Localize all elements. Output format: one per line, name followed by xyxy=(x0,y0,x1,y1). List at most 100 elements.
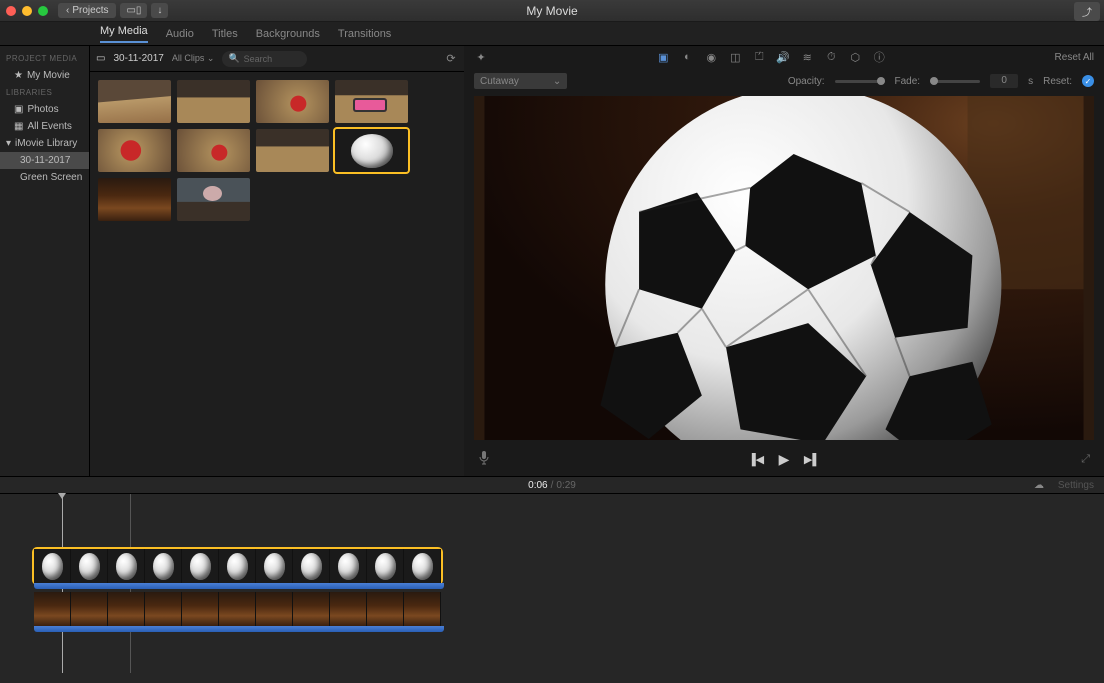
volume-icon[interactable]: 🔊 xyxy=(776,50,790,64)
clip-thumb[interactable] xyxy=(256,80,329,123)
info-icon[interactable]: ⓘ xyxy=(872,50,886,64)
titlebar: ‹ Projects ▭▯ ↓ My Movie ⤴ xyxy=(0,0,1104,22)
clip-filter-dropdown[interactable]: All Clips ⌄ xyxy=(172,53,215,64)
sidebar-item-all-events[interactable]: ▦ All Events xyxy=(0,118,89,135)
import-button[interactable]: ↓ xyxy=(151,3,168,18)
magic-wand-icon[interactable]: ✦ xyxy=(474,50,488,64)
sidebar: PROJECT MEDIA ★ My Movie LIBRARIES ▣ Pho… xyxy=(0,46,90,476)
close-window[interactable] xyxy=(6,6,16,16)
opacity-label: Opacity: xyxy=(788,76,825,87)
clip-thumb[interactable] xyxy=(335,80,408,123)
clip-frame xyxy=(108,549,145,583)
clip-frame xyxy=(108,592,145,626)
prev-frame-button[interactable]: ▐◀ xyxy=(749,452,763,466)
fade-label: Fade: xyxy=(895,76,921,87)
tab-audio[interactable]: Audio xyxy=(166,28,194,40)
tab-titles[interactable]: Titles xyxy=(212,28,238,40)
clip-thumb[interactable] xyxy=(177,178,250,221)
clip-thumb[interactable] xyxy=(98,178,171,221)
clip-thumb[interactable] xyxy=(177,80,250,123)
clip-frame xyxy=(404,592,441,626)
reset-all-button[interactable]: Reset All xyxy=(1055,52,1094,63)
next-frame-button[interactable]: ▶▌ xyxy=(805,452,819,466)
search-placeholder: Search xyxy=(244,54,273,64)
clip-thumb[interactable] xyxy=(256,129,329,172)
sidebar-heading-project: PROJECT MEDIA xyxy=(0,50,89,67)
fade-value-field[interactable]: 0 xyxy=(990,74,1018,88)
overlay-mode-dropdown[interactable]: Cutaway⌄ xyxy=(474,73,567,89)
preview-canvas[interactable] xyxy=(474,96,1094,440)
timeline-settings-button[interactable]: Settings xyxy=(1058,480,1094,491)
transport-controls: ▐◀ ▶ ▶▌ ⤢ xyxy=(464,442,1104,476)
stabilize-icon[interactable]: ⏍ xyxy=(752,50,766,64)
speed-icon[interactable]: ⏱ xyxy=(824,50,838,64)
minimize-window[interactable] xyxy=(22,6,32,16)
tab-transitions[interactable]: Transitions xyxy=(338,28,391,40)
preview-content xyxy=(474,96,1094,440)
color-balance-icon[interactable]: ◐ xyxy=(680,50,694,64)
window-controls xyxy=(6,6,48,16)
calendar-icon: ▦ xyxy=(14,121,23,132)
sidebar-item-event-1[interactable]: 30-11-2017 xyxy=(0,152,89,169)
clip-thumb[interactable] xyxy=(177,129,250,172)
fullscreen-icon[interactable]: ⤢ xyxy=(1081,453,1090,466)
reset-apply-button[interactable]: ✓ xyxy=(1082,75,1094,87)
clip-frame xyxy=(256,549,293,583)
star-icon: ★ xyxy=(14,70,23,81)
window-title: My Movie xyxy=(526,4,577,18)
crop-icon[interactable]: ◫ xyxy=(728,50,742,64)
clip-frame xyxy=(219,592,256,626)
clip-frame xyxy=(34,549,71,583)
clip-frame xyxy=(367,592,404,626)
back-label: Projects xyxy=(72,5,108,16)
adjustment-toolbar: ✦ ▣ ◐ ◉ ◫ ⏍ 🔊 ≋ ⏱ ⬡ ⓘ Reset All xyxy=(464,46,1104,68)
audio-waveform-overlay[interactable] xyxy=(34,583,444,589)
search-input[interactable]: 🔍 Search xyxy=(222,51,307,67)
sidebar-item-library[interactable]: ▾ iMovie Library xyxy=(0,135,89,152)
overlay-controls: Cutaway⌄ Opacity: Fade: 0 s Reset: ✓ xyxy=(464,68,1104,94)
browser-event-title: 30-11-2017 xyxy=(113,53,163,64)
clip-frame xyxy=(34,592,71,626)
overlay-settings-icon[interactable]: ▣ xyxy=(656,50,670,64)
sidebar-item-photos[interactable]: ▣ Photos xyxy=(0,101,89,118)
color-correct-icon[interactable]: ◉ xyxy=(704,50,718,64)
tab-backgrounds[interactable]: Backgrounds xyxy=(256,28,320,40)
clip-frame xyxy=(330,549,367,583)
content-creation-icon[interactable]: ⟳ xyxy=(444,52,458,66)
browser-toolbar: ▭ 30-11-2017 All Clips ⌄ 🔍 Search ⟳ xyxy=(90,46,464,72)
clip-frame xyxy=(219,549,256,583)
opacity-slider[interactable] xyxy=(835,80,885,83)
timeline-main-track[interactable] xyxy=(34,592,441,626)
disclosure-triangle-icon: ▾ xyxy=(6,138,11,149)
audio-waveform-main[interactable] xyxy=(34,626,444,632)
sidebar-item-event-2[interactable]: Green Screen xyxy=(0,169,89,186)
timeline-overlay-track[interactable] xyxy=(34,549,441,583)
filter-icon[interactable]: ⬡ xyxy=(848,50,862,64)
timeline[interactable] xyxy=(0,494,1104,683)
clip-thumb-selected[interactable] xyxy=(335,129,408,172)
search-icon: 🔍 xyxy=(228,53,239,64)
noise-eq-icon[interactable]: ≋ xyxy=(800,50,814,64)
filmstrip-toggle-icon[interactable]: ▭ xyxy=(96,53,105,64)
time-total: 0:29 xyxy=(556,480,575,491)
share-icon: ⤴ xyxy=(1082,4,1092,19)
zoom-window[interactable] xyxy=(38,6,48,16)
clip-thumb[interactable] xyxy=(98,80,171,123)
fade-unit: s xyxy=(1028,76,1033,87)
play-button[interactable]: ▶ xyxy=(777,452,791,466)
timeline-index-icon[interactable]: ☁ xyxy=(1034,480,1044,491)
clip-frame xyxy=(71,592,108,626)
tab-my-media[interactable]: My Media xyxy=(100,25,148,43)
sidebar-item-project[interactable]: ★ My Movie xyxy=(0,67,89,84)
clip-thumb[interactable] xyxy=(98,129,171,172)
clip-frame xyxy=(71,549,108,583)
clip-frame xyxy=(145,549,182,583)
viewer-panel: ✦ ▣ ◐ ◉ ◫ ⏍ 🔊 ≋ ⏱ ⬡ ⓘ Reset All Cutaway⌄… xyxy=(464,46,1104,476)
back-projects-button[interactable]: ‹ Projects xyxy=(58,3,116,18)
chevron-left-icon: ‹ xyxy=(66,5,69,16)
view-layout-button[interactable]: ▭▯ xyxy=(120,3,147,18)
clip-frame xyxy=(293,549,330,583)
share-button[interactable]: ⤴ xyxy=(1074,2,1100,21)
fade-slider[interactable] xyxy=(930,80,980,83)
voiceover-mic-icon[interactable] xyxy=(478,451,490,468)
